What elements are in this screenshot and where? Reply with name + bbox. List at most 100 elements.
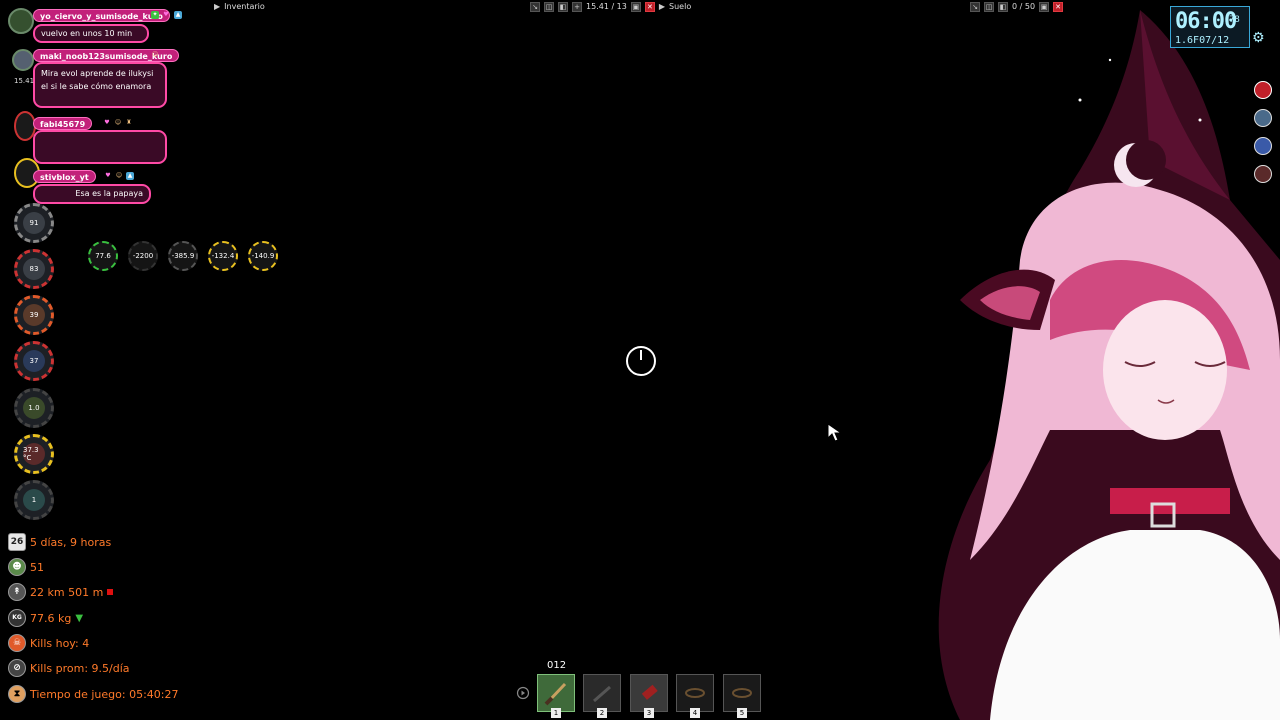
chat-username: stivblox_yt xyxy=(33,170,96,183)
clock-date: 1.6F07/12 xyxy=(1175,35,1230,46)
close-inventory-button[interactable]: ✕ xyxy=(644,1,655,12)
mini-gauge: -2200 xyxy=(128,241,158,271)
chat-avatar xyxy=(12,49,34,71)
weight-icon: KG xyxy=(8,609,26,627)
hunger-gauge: 39 xyxy=(14,295,54,335)
chat-message: vuelvo en unos 10 min xyxy=(33,24,149,43)
minimize-icon[interactable]: ↘ xyxy=(530,1,540,12)
clock-time: 06:00 xyxy=(1175,9,1237,34)
chat-username: yo_ciervo_y_sumisode_kuro xyxy=(33,9,170,22)
tool-icon xyxy=(593,685,611,703)
collapse-icon[interactable]: ◫ xyxy=(544,1,554,12)
mini-gauge-value: -132.4 xyxy=(211,252,235,260)
hunger-value: 39 xyxy=(29,311,39,319)
streamer-avatar xyxy=(938,10,1280,720)
distance-icon: ↟ xyxy=(8,583,26,601)
playtime-text: Tiempo de juego: 05:40:27 xyxy=(30,687,179,701)
chat-message-text: vuelvo en unos 10 min xyxy=(41,29,133,38)
hotbar-slot-5[interactable] xyxy=(723,674,761,712)
battery-icon: 91 xyxy=(23,212,45,234)
knife-icon xyxy=(544,682,567,706)
emote-badge-icon: ☺ xyxy=(151,51,159,58)
inventory-bar: ▶ Inventario xyxy=(214,0,265,13)
inventory-controls: ↘ ◫ ◧ + 15.41 / 13 ▣ ✕ ▶ Suelo xyxy=(530,0,691,13)
lock-icon[interactable]: ▣ xyxy=(630,1,641,12)
hotbar-slot-1[interactable] xyxy=(537,674,575,712)
inventory-weight: 15.41 / 13 xyxy=(586,2,627,11)
status-icon xyxy=(1254,165,1272,183)
hotbar-toggle-icon[interactable] xyxy=(516,686,530,700)
thirst-gauge: 37 xyxy=(14,341,54,381)
bag-icon xyxy=(685,688,705,698)
clock-seconds: 78 xyxy=(1229,15,1240,25)
floor-expand-icon[interactable]: ▶ xyxy=(659,2,665,11)
floor-label[interactable]: Suelo xyxy=(669,2,691,11)
chat-message: Mira evol aprende de ilukysi el si le sa… xyxy=(33,62,167,108)
kills-today-stat: ☠ Kills hoy: 4 xyxy=(8,634,89,652)
kills-average-stat: ⊘ Kills prom: 9.5/día xyxy=(8,659,130,677)
toilet-gauge: 1 xyxy=(14,480,54,520)
mini-gauge-value: -385.9 xyxy=(171,252,195,260)
stamina-value: 1.0 xyxy=(28,404,40,412)
health-icon: 83 xyxy=(23,258,45,280)
chat-message-text: Esa es la papaya xyxy=(75,189,143,198)
distance-indicator-icon xyxy=(107,589,114,595)
kills-average-icon: ⊘ xyxy=(8,659,26,677)
chat-message xyxy=(33,130,167,164)
kills-today-icon: ☠ xyxy=(8,634,26,652)
zombies-killed-stat: ☻ 51 xyxy=(8,558,44,576)
weight-stat: KG 77.6 kg ▼ xyxy=(8,609,83,627)
toilet-value: 1 xyxy=(31,496,37,504)
zombies-killed-text: 51 xyxy=(30,560,44,574)
chat-message: Esa es la papaya xyxy=(33,184,151,204)
playtime-icon: ⧗ xyxy=(8,685,26,703)
mini-gauge: -140.9 xyxy=(248,241,278,271)
hotbar-slot-number: 5 xyxy=(737,708,747,718)
distance-stat: ↟ 22 km 501 m xyxy=(8,583,114,601)
mini-gauge: -132.4 xyxy=(208,241,238,271)
mini-gauge: -385.9 xyxy=(168,241,198,271)
chat-avatar xyxy=(8,8,34,34)
toilet-icon: 1 xyxy=(23,489,45,511)
battery-value: 91 xyxy=(29,219,39,227)
avatar-readout: 15.41 xyxy=(14,77,35,85)
inventory-expand-icon[interactable]: ▶ xyxy=(214,2,220,11)
heart-badge-icon: ♥ xyxy=(163,11,169,18)
playtime-stat: ⧗ Tiempo de juego: 05:40:27 xyxy=(8,685,179,703)
health-gauge: 83 xyxy=(14,249,54,289)
hotbar-slot-4[interactable] xyxy=(676,674,714,712)
hotbar-slot-3[interactable] xyxy=(630,674,668,712)
zombie-icon: ☻ xyxy=(8,558,26,576)
heart-badge-icon: ♥ xyxy=(104,119,110,126)
alert-icon xyxy=(1254,81,1272,99)
thirst-icon: 37 xyxy=(23,350,45,372)
stamina-icon: 1.0 xyxy=(23,397,45,419)
weight-trend-down-icon: ▼ xyxy=(75,612,84,624)
mini-gauge-value: -2200 xyxy=(132,252,154,260)
expand-weight-icon[interactable]: + xyxy=(572,1,582,12)
ammo-count: 012 xyxy=(547,660,567,671)
hotbar-slot-number: 2 xyxy=(597,708,607,718)
status-icon xyxy=(1254,137,1272,155)
hotbar-slot-2[interactable] xyxy=(583,674,621,712)
settings-icon[interactable]: ◧ xyxy=(558,1,568,12)
cake-badge-icon: ▲ xyxy=(126,172,134,180)
gear-icon[interactable]: ⚙ xyxy=(1252,30,1265,46)
temperature-value: 37.3 °C xyxy=(23,446,39,462)
calendar-icon: 26 xyxy=(8,533,26,551)
flashlight-icon xyxy=(641,684,658,700)
thirst-value: 37 xyxy=(29,357,39,365)
inventory-label[interactable]: Inventario xyxy=(224,2,265,11)
emote-badge-icon: ☺ xyxy=(115,172,123,179)
stamina-gauge: 1.0 xyxy=(14,388,54,428)
status-icon xyxy=(1254,109,1272,127)
subscriber-badge-icon: ✦ xyxy=(151,11,159,19)
health-value: 83 xyxy=(29,265,39,273)
weight-text: 77.6 kg xyxy=(30,611,72,625)
mini-gauge: 77.6 xyxy=(88,241,118,271)
temperature-gauge: 37.3 °C xyxy=(14,434,54,474)
hotbar-slot-number: 1 xyxy=(551,708,561,718)
days-survived-text: 5 días, 9 horas xyxy=(30,535,112,549)
emote-badge-icon: ☺ xyxy=(114,119,122,126)
battery-gauge: 91 xyxy=(14,203,54,243)
